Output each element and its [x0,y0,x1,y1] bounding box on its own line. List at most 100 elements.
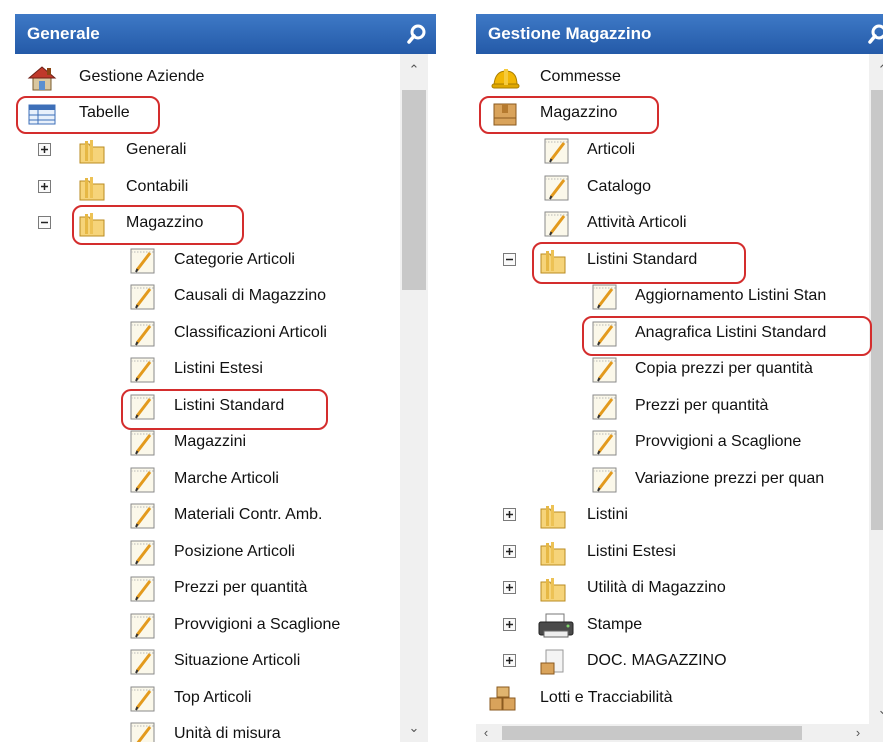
notepad-pencil-icon [130,284,155,310]
right-panel: Gestione Magazzino Commesse Magazzino Ar… [476,14,883,742]
expand-button[interactable] [503,545,516,558]
notepad-pencil-icon [544,175,569,201]
tree-item-label: Lotti e Tracciabilità [540,689,673,706]
tree-item-situazione-articoli[interactable]: Situazione Articoli [15,644,415,678]
notepad-pencil-icon [592,394,617,420]
folder-icon [540,505,566,529]
tree-item-magazzino[interactable]: Magazzino [476,96,856,130]
tree-item-label: Listini Estesi [587,543,676,560]
notepad-pencil-icon [130,613,155,639]
collapse-button[interactable] [38,216,51,229]
table-icon [28,104,56,125]
tree-item-utilita-di-magazzino[interactable]: Utilità di Magazzino [476,571,856,605]
tree-item-tabelle[interactable]: Tabelle [15,96,415,130]
box-icon [493,103,517,126]
scroll-down-icon[interactable]: ⌄ [869,700,883,720]
tree-item-label: Utilità di Magazzino [587,579,726,596]
expand-button[interactable] [503,581,516,594]
scroll-up-icon[interactable]: ⌃ [869,60,883,80]
tree-item-label: Prezzi per quantità [635,397,769,414]
tree-item-listini-estesi[interactable]: Listini Estesi [476,535,856,569]
scroll-thumb[interactable] [871,90,883,530]
document-icon [540,649,564,675]
tree-item-listini-standard[interactable]: Listini Standard [476,243,856,277]
panel-header: Gestione Magazzino [476,14,883,54]
tree-item-stampe[interactable]: Stampe [476,608,856,642]
expand-button[interactable] [503,654,516,667]
search-icon[interactable] [406,23,428,45]
notepad-pencil-icon [130,248,155,274]
notepad-pencil-icon [130,467,155,493]
tree-item-label: Posizione Articoli [174,543,295,560]
vertical-scrollbar[interactable]: ⌃ ⌄ [400,54,428,742]
collapse-button[interactable] [503,253,516,266]
tree-item-materiali-contr-amb[interactable]: Materiali Contr. Amb. [15,498,415,532]
tree-item-top-articoli[interactable]: Top Articoli [15,681,415,715]
panel-header: Generale [15,14,436,54]
tree-item-listini-standard[interactable]: Listini Standard [15,389,415,423]
notepad-pencil-icon [130,321,155,347]
expand-button[interactable] [38,143,51,156]
tree-item-magazzini[interactable]: Magazzini [15,425,415,459]
tree-item-contabili[interactable]: Contabili [15,170,415,204]
scroll-left-icon[interactable]: ‹ [476,724,496,742]
tree-item-aggiornamento-listini[interactable]: Aggiornamento Listini Stan [476,279,876,313]
hardhat-icon [491,69,520,89]
tree-item-attivita-articoli[interactable]: Attività Articoli [476,206,856,240]
tree-item-label: Marche Articoli [174,470,279,487]
left-panel: Generale Gestione Aziende Tabelle Genera… [15,14,436,742]
tree-item-marche-articoli[interactable]: Marche Articoli [15,462,415,496]
tree-item-provvigioni-a-scaglione[interactable]: Provvigioni a Scaglione [15,608,415,642]
tree-item-label: Magazzino [540,104,618,121]
tree-item-causali-di-magazzino[interactable]: Causali di Magazzino [15,279,415,313]
tree-item-unita-di-misura[interactable]: Unità di misura [15,717,415,742]
notepad-pencil-icon [592,357,617,383]
tree-item-gestione-aziende[interactable]: Gestione Aziende [15,60,415,94]
tree-item-classificazioni-articoli[interactable]: Classificazioni Articoli [15,316,415,350]
notepad-pencil-icon [130,576,155,602]
tree-item-label: Top Articoli [174,689,252,706]
scroll-up-icon[interactable]: ⌃ [400,60,428,80]
tree-item-label: Listini Estesi [174,360,263,377]
tree-item-articoli[interactable]: Articoli [476,133,856,167]
tree-item-listini[interactable]: Listini [476,498,856,532]
tree-item-label: Provvigioni a Scaglione [635,433,802,450]
tree-item-label: Materiali Contr. Amb. [174,506,323,523]
tree-item-listini-estesi[interactable]: Listini Estesi [15,352,415,386]
house-icon [27,66,57,91]
tree-item-lotti-e-tracciabilita[interactable]: Lotti e Tracciabilità [476,681,856,715]
search-icon[interactable] [867,23,883,45]
scroll-thumb[interactable] [502,726,802,740]
tree-item-label: Generali [126,141,187,158]
vertical-scrollbar[interactable]: ⌃ ⌄ [869,54,883,724]
tree-item-generali[interactable]: Generali [15,133,415,167]
tree-item-categorie-articoli[interactable]: Categorie Articoli [15,243,415,277]
scroll-thumb[interactable] [402,90,426,290]
expand-button[interactable] [38,180,51,193]
notepad-pencil-icon [130,540,155,566]
tree-item-posizione-articoli[interactable]: Posizione Articoli [15,535,415,569]
expand-button[interactable] [503,618,516,631]
notepad-pencil-icon [130,503,155,529]
tree-item-prezzi-per-quantita[interactable]: Prezzi per quantità [476,389,876,423]
tree-item-copia-prezzi-per-quantita[interactable]: Copia prezzi per quantità [476,352,876,386]
tree-item-label: Magazzini [174,433,247,450]
tree-item-label: Magazzino [126,214,204,231]
tree-item-label: DOC. MAGAZZINO [587,652,727,669]
tree-item-variazione-prezzi[interactable]: Variazione prezzi per quan [476,462,876,496]
tree-item-doc-magazzino[interactable]: DOC. MAGAZZINO [476,644,856,678]
expand-button[interactable] [503,508,516,521]
tree-item-commesse[interactable]: Commesse [476,60,856,94]
boxes-icon [489,686,516,711]
scroll-down-icon[interactable]: ⌄ [400,718,428,738]
notepad-pencil-icon [130,357,155,383]
tree-item-catalogo[interactable]: Catalogo [476,170,856,204]
tree-item-prezzi-per-quantita[interactable]: Prezzi per quantità [15,571,415,605]
horizontal-scrollbar[interactable]: ‹ › [476,724,883,742]
tree-item-anagrafica-listini-standard[interactable]: Anagrafica Listini Standard [476,316,876,350]
tree-item-magazzino[interactable]: Magazzino [15,206,415,240]
scroll-right-icon[interactable]: › [848,724,868,742]
tree-item-provvigioni-a-scaglione[interactable]: Provvigioni a Scaglione [476,425,876,459]
tree-item-label: Copia prezzi per quantità [635,360,813,377]
tree-item-label: Stampe [587,616,643,633]
